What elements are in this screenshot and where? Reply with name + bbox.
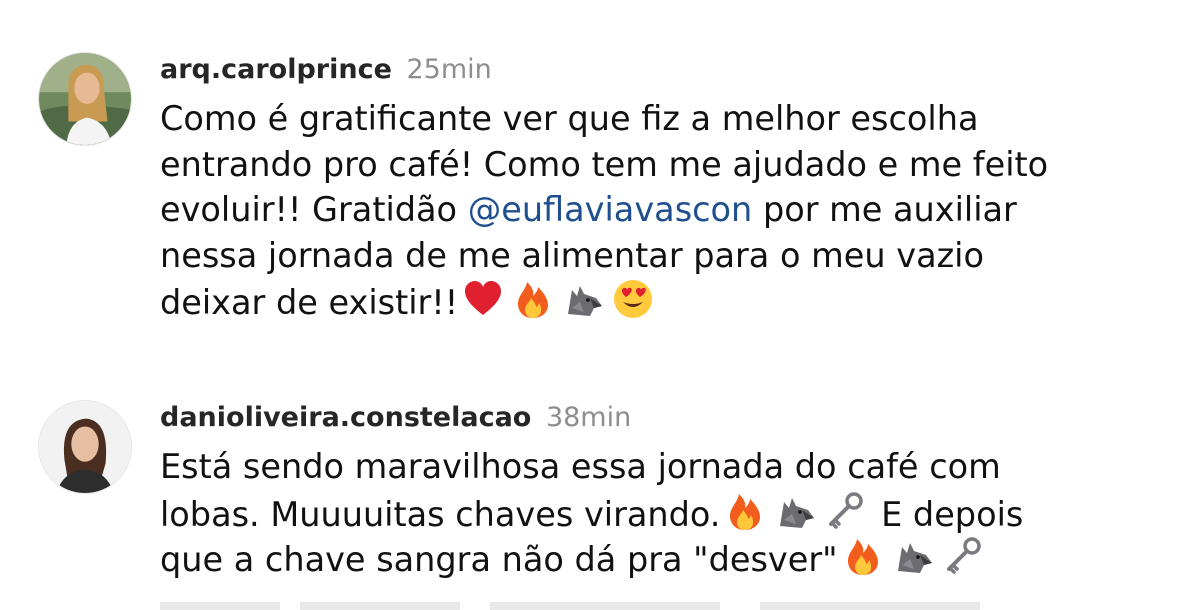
avatar[interactable]: [38, 400, 132, 494]
old-key-icon: [942, 535, 984, 577]
timestamp: 25min: [406, 54, 492, 85]
mention-link[interactable]: @euflaviavascon: [468, 190, 753, 229]
comment-body: danioliveira.constelacao 38min Está send…: [160, 400, 1160, 581]
comment-line: evoluir!! Gratidão @euflaviavascon por m…: [160, 187, 1160, 233]
comment-text-segment: lobas. Muuuuitas chaves virando.: [160, 494, 721, 534]
comment-line: entrando pro café! Como tem me ajudado e…: [160, 144, 1049, 184]
fire-icon: [512, 278, 554, 320]
comment-text-segment: por me auxiliar: [752, 190, 1017, 229]
wolf-icon: [892, 535, 934, 577]
comment-meta: arq.carolprince 25min: [160, 52, 1160, 88]
comment-line: Está sendo maravilhosa essa jornada do c…: [160, 447, 1001, 486]
username-link[interactable]: danioliveira.constelacao: [160, 402, 531, 433]
fire-icon: [842, 535, 884, 577]
comment-line: deixar de existir!!: [160, 278, 1160, 324]
comment-text: Está sendo maravilhosa essa jornada do c…: [160, 444, 1160, 581]
comment-meta: danioliveira.constelacao 38min: [160, 400, 1160, 436]
old-key-icon: [824, 490, 866, 532]
avatar-photo: [39, 401, 131, 493]
comment-line: Como é gratificante ver que fiz a melhor…: [160, 99, 979, 138]
comment-line: lobas. Muuuuitas chaves virando. E depoi…: [160, 490, 1160, 536]
avatar[interactable]: [38, 52, 132, 146]
comment-text-segment: E depois: [870, 494, 1024, 534]
next-comment-cutoff: [160, 602, 1060, 610]
timestamp: 38min: [545, 402, 632, 433]
red-heart-icon: [462, 278, 504, 320]
comment-text-segment: deixar de existir!!: [160, 283, 459, 322]
username-link[interactable]: arq.carolprince: [160, 54, 392, 85]
comment-line: que a chave sangra não dá pra "desver": [160, 535, 1160, 581]
heart-eyes-face-icon: [612, 278, 654, 320]
comment-body: arq.carolprince 25min Como é gratificant…: [160, 52, 1160, 324]
avatar-photo: [39, 53, 131, 145]
fire-icon: [724, 490, 766, 532]
wolf-icon: [774, 490, 816, 532]
comment-line: nessa jornada de me alimentar para o meu…: [160, 235, 984, 275]
wolf-icon: [562, 278, 604, 320]
comment-text: Como é gratificante ver que fiz a melhor…: [160, 96, 1160, 324]
comment-text-segment: evoluir!! Gratidão: [160, 190, 468, 229]
comment-text-segment: que a chave sangra não dá pra "desver": [160, 540, 838, 579]
